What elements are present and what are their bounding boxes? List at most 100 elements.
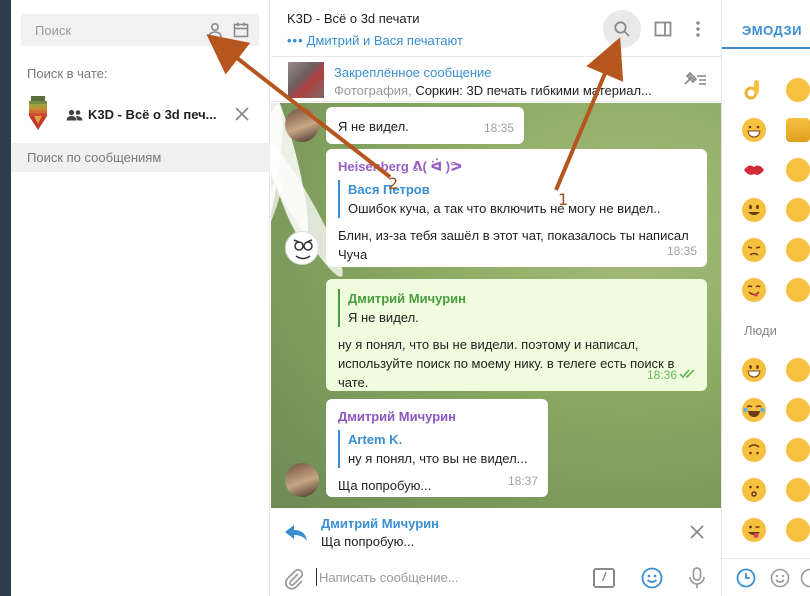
search-input[interactable]: Поиск [21, 14, 259, 46]
message-bubble[interactable]: Дмитрий Мичурин Artem K. ну я понял, что… [326, 399, 548, 497]
telegram-window: Поиск Поиск в чате: K3D - Всё о 3d печ..… [0, 0, 810, 596]
compose-bar: Написать сообщение... / [271, 558, 721, 596]
reply-text: ну я понял, что вы не видел... [348, 451, 528, 466]
laughing-emoji[interactable] [786, 78, 810, 102]
recent-clock-icon[interactable] [736, 568, 756, 593]
message-text: Ща попробую... [338, 478, 432, 493]
typing-status: ••• Дмитрий и Вася печатают [287, 33, 463, 48]
joy-emoji[interactable] [742, 398, 766, 422]
avatar[interactable] [285, 231, 319, 265]
grin-emoji[interactable] [786, 358, 810, 382]
reply-text: Ошибок куча, а так что включить не могу … [348, 201, 661, 216]
smirk-emoji[interactable] [786, 158, 810, 182]
message-text: Блин, из-за тебя зашёл в этот чат, показ… [338, 228, 689, 262]
chat-avatar [25, 96, 51, 134]
search-button[interactable] [603, 10, 641, 48]
section-people: Люди [744, 323, 777, 338]
search-icon [614, 21, 630, 37]
reply-quote[interactable]: Artem K. ну я понял, что вы не видел... [338, 430, 536, 468]
reply-quote[interactable]: Дмитрий Мичурин Я не видел. [338, 289, 695, 327]
kissing-emoji[interactable] [742, 478, 766, 502]
search-in-chat-label: Поиск в чате: [27, 66, 108, 81]
sweat-smile-emoji[interactable] [786, 238, 810, 262]
kebab-icon [696, 21, 700, 37]
user-filter-icon[interactable] [206, 21, 224, 39]
yum-emoji[interactable] [742, 278, 766, 302]
pinned-message-bar[interactable]: Закреплённое сообщение Фотография, Сорки… [271, 58, 721, 102]
reply-text: Я не видел. [348, 310, 419, 325]
chat-title: K3D - Всё о 3d печ... [88, 107, 217, 122]
pinned-thumbnail [288, 62, 324, 98]
search-messages-label: Поиск по сообщениям [27, 150, 162, 165]
message-time: 18:35 [666, 244, 697, 258]
tear-emoji[interactable] [786, 198, 810, 222]
message-bubble[interactable]: Heisenberg ᕕ( ᐛ )ᕗ Вася Петров Ошибок ку… [326, 149, 707, 267]
chat-header-title[interactable]: K3D - Всё о 3d печати [287, 11, 420, 26]
pinned-text: Соркин: 3D печать гибкими материал... [415, 83, 652, 98]
left-panel: Поиск Поиск в чате: K3D - Всё о 3d печ..… [11, 0, 270, 596]
kissing-smiling-emoji[interactable] [786, 478, 810, 502]
group-icon [66, 108, 83, 121]
attach-icon[interactable] [283, 568, 305, 595]
reply-arrow-icon [284, 524, 308, 547]
animals-category-icon[interactable] [800, 568, 810, 593]
grinning-emoji[interactable] [742, 358, 766, 382]
annotation-label-2: 2 [388, 174, 399, 193]
smiley-emoji[interactable] [742, 198, 766, 222]
kiss-mark-emoji[interactable] [742, 158, 766, 182]
message-time: 18:35 [483, 121, 514, 135]
message-time: 18:37 [507, 474, 538, 488]
tab-emoji[interactable]: ЭМОДЗИ [742, 23, 802, 38]
pinned-title: Закреплённое сообщение [334, 65, 492, 80]
message-text: ну я понял, что вы не видели. поэтому и … [338, 337, 675, 390]
avatar[interactable] [285, 108, 319, 142]
close-icon[interactable] [233, 105, 251, 123]
search-chat-filter[interactable]: K3D - Всё о 3d печ... [11, 93, 270, 137]
toggle-columns-button[interactable] [644, 10, 682, 48]
more-menu-button[interactable] [679, 10, 717, 48]
message-author[interactable]: Дмитрий Мичурин [338, 407, 536, 426]
slight-smile-emoji[interactable] [786, 438, 810, 462]
reply-author: Вася Петров [348, 182, 430, 197]
double-check-icon [679, 366, 697, 385]
grin-squint-emoji[interactable] [786, 278, 810, 302]
annotation-label-1: 1 [558, 190, 569, 209]
app-sidebar-strip [0, 0, 11, 596]
reply-bar-author: Дмитрий Мичурин [321, 516, 439, 531]
unpin-icon[interactable] [682, 71, 708, 94]
message-list[interactable]: Я не видел. 18:35 Heisenberg ᕕ( ᐛ )ᕗ Вас… [271, 103, 721, 508]
columns-icon [654, 21, 672, 37]
reply-author: Artem K. [348, 432, 403, 447]
message-bubble-outgoing[interactable]: Дмитрий Мичурин Я не видел. ну я понял, … [326, 279, 707, 391]
grinning-emoji[interactable] [742, 118, 766, 142]
thumbs-up-emoji[interactable] [786, 118, 810, 142]
upside-down-emoji[interactable] [742, 438, 766, 462]
emoji-icon[interactable] [641, 567, 663, 594]
winking-tongue-emoji[interactable] [742, 518, 766, 542]
rofl-emoji[interactable] [786, 398, 810, 422]
typing-dots: ••• [287, 33, 304, 48]
avatar[interactable] [285, 463, 319, 497]
message-bubble[interactable]: Я не видел. 18:35 [326, 107, 524, 144]
tab-indicator [722, 47, 810, 49]
search-placeholder: Поиск [35, 23, 72, 38]
message-time: 18:36 [646, 368, 677, 382]
emoji-panel: ЭМОДЗИ Люди [721, 0, 810, 596]
zany-emoji[interactable] [786, 518, 810, 542]
chat-header: K3D - Всё о 3d печати ••• Дмитрий и Вася … [271, 0, 721, 57]
smiley-category-icon[interactable] [770, 568, 790, 593]
message-input[interactable]: Написать сообщение... [316, 568, 459, 586]
reply-bar-text: Ща попробую... [321, 534, 415, 549]
calendar-icon[interactable] [232, 21, 250, 39]
pinned-prefix: Фотография, [334, 83, 412, 98]
reply-preview-bar: Дмитрий Мичурин Ща попробую... [271, 508, 721, 558]
typing-status-text: Дмитрий и Вася печатают [306, 33, 463, 48]
emoji-panel-footer [722, 558, 810, 596]
microphone-icon[interactable] [687, 566, 707, 595]
search-messages-item[interactable]: Поиск по сообщениям [11, 143, 270, 172]
ok-hand-emoji[interactable] [742, 78, 766, 102]
cancel-reply-icon[interactable] [689, 524, 705, 545]
disappointed-emoji[interactable] [742, 238, 766, 262]
bot-command-button[interactable]: / [593, 568, 615, 588]
pinned-description: Фотография, Соркин: 3D печать гибкими ма… [334, 83, 664, 98]
